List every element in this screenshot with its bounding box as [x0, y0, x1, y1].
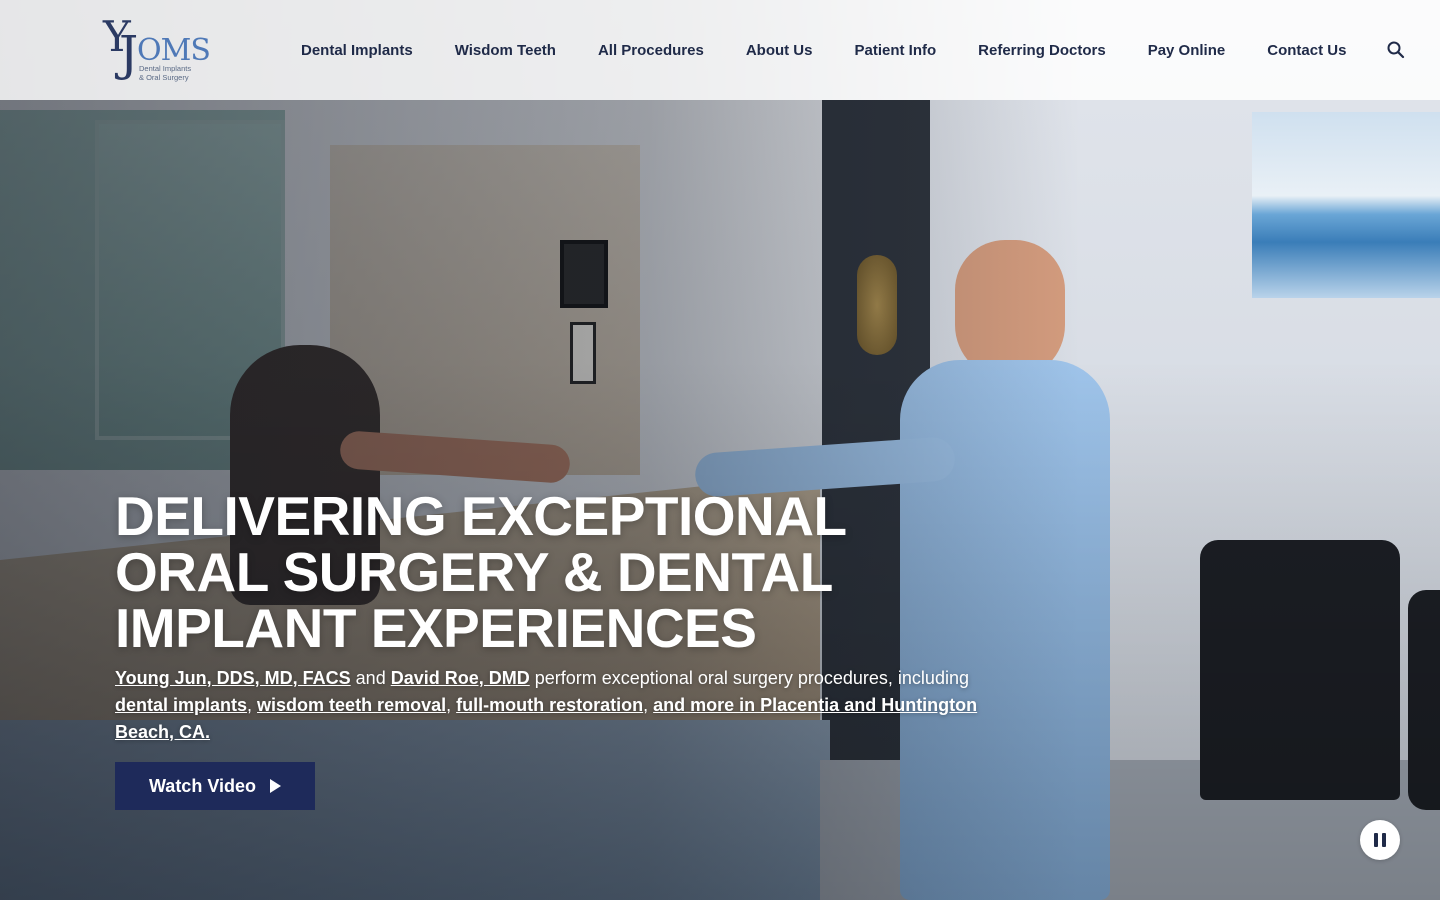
intro-separator: , [446, 695, 457, 715]
hero-intro: Young Jun, DDS, MD, FACS and David Roe, … [115, 665, 995, 746]
nav-about-us[interactable]: About Us [725, 42, 834, 59]
nav-referring-doctors[interactable]: Referring Doctors [957, 42, 1127, 59]
nav-dental-implants[interactable]: Dental Implants [280, 42, 434, 59]
hero-headline: DELIVERING EXCEPTIONAL ORAL SURGERY & DE… [115, 488, 975, 656]
logo-letter-j: J [119, 26, 139, 82]
watch-video-button[interactable]: Watch Video [115, 762, 315, 810]
play-icon [270, 779, 281, 793]
logo-tagline-line2: & Oral Surgery [139, 72, 189, 82]
site-header: Y J OMS Dental Implants & Oral Surgery D… [0, 0, 1440, 100]
nav-wisdom-teeth[interactable]: Wisdom Teeth [434, 42, 577, 59]
main-nav: Dental Implants Wisdom Teeth All Procedu… [280, 0, 1367, 100]
hero-headline-line1: DELIVERING EXCEPTIONAL [115, 485, 847, 547]
logo-tagline: Dental Implants & Oral Surgery [139, 64, 219, 82]
intro-text: and [350, 668, 391, 688]
doctor-roe-link[interactable]: David Roe, DMD [391, 668, 530, 688]
watch-video-label: Watch Video [148, 775, 256, 796]
logo[interactable]: Y J OMS Dental Implants & Oral Surgery [103, 16, 213, 84]
pause-icon [1374, 833, 1378, 847]
nav-contact-us[interactable]: Contact Us [1246, 42, 1367, 59]
wisdom-teeth-link[interactable]: wisdom teeth removal [257, 695, 446, 715]
intro-separator: , [643, 695, 654, 715]
intro-text: perform exceptional oral surgery procedu… [529, 668, 969, 688]
hero-headline-line2: ORAL SURGERY & DENTAL [115, 541, 833, 603]
doctor-jun-link[interactable]: Young Jun, DDS, MD, FACS [115, 668, 351, 688]
intro-separator: , [247, 695, 258, 715]
logo-name: OMS [137, 33, 211, 68]
nav-patient-info[interactable]: Patient Info [834, 42, 958, 59]
hero-headline-line3: IMPLANT EXPERIENCES [115, 597, 757, 659]
pause-icon [1382, 833, 1386, 847]
pause-video-button[interactable] [1360, 820, 1400, 860]
dental-implants-link[interactable]: dental implants [115, 695, 247, 715]
full-mouth-restoration-link[interactable]: full-mouth restoration [456, 695, 643, 715]
search-icon [1387, 41, 1405, 59]
nav-all-procedures[interactable]: All Procedures [577, 42, 725, 59]
nav-pay-online[interactable]: Pay Online [1127, 42, 1247, 59]
search-button[interactable] [1384, 38, 1408, 62]
